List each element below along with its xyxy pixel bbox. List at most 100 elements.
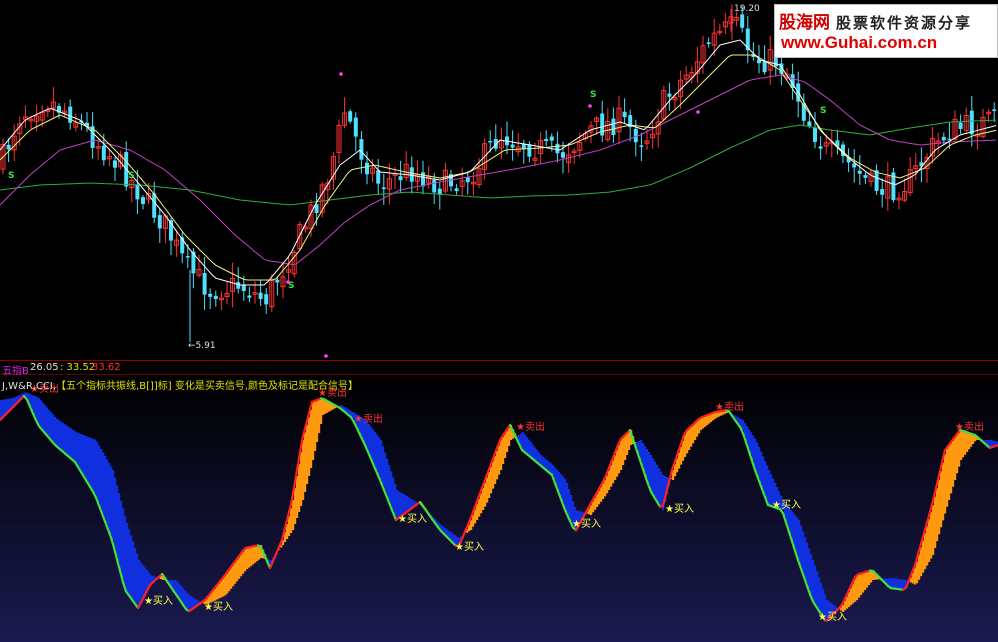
oscillator-fill-band (526, 437, 529, 454)
oscillator-fill-band (960, 430, 963, 460)
oscillator-fill-band (392, 477, 395, 510)
oscillator-fill-band (920, 547, 923, 577)
signal-dot (588, 104, 592, 108)
oscillator-fill-band (758, 446, 761, 479)
oscillator-fill-band (402, 493, 405, 516)
oscillator-fill-band (104, 455, 107, 519)
oscillator-fill-band (40, 400, 43, 428)
oscillator-fill-band (58, 420, 61, 448)
oscillator-fill-band (76, 432, 79, 464)
oscillator-fill-band (386, 458, 389, 495)
oscillator-fill-band (650, 455, 653, 490)
oscillator-fill-band (520, 433, 523, 446)
candle-body (6, 144, 11, 150)
oscillator-fill-band (922, 540, 925, 573)
candle-body (275, 279, 280, 283)
oscillator-fill-band (234, 562, 237, 584)
oscillator-fill-band (314, 401, 317, 451)
oscillator-fill-band (794, 515, 797, 548)
buy-signal-label: ★买入 (772, 499, 801, 511)
candle-body (639, 145, 644, 147)
oscillator-fill-band (618, 445, 621, 474)
candle-body (667, 93, 672, 97)
oscillator-fill-band (138, 560, 141, 608)
oscillator-fill-band (760, 451, 763, 484)
oscillator-fill-band (704, 416, 707, 427)
candle-body (241, 285, 246, 292)
oscillator-fill-band (382, 446, 385, 485)
oscillator-fill-band (560, 474, 563, 497)
oscillator-fill-band (34, 396, 37, 416)
oscillator-fill-band (866, 571, 869, 588)
candle-body (101, 145, 106, 161)
oscillator-fill-band (316, 400, 319, 442)
candle-body (852, 163, 857, 168)
oscillator-fill-band (544, 458, 547, 469)
oscillator-fill-band (500, 440, 503, 470)
oscillator-fill-band (90, 438, 93, 487)
oscillator-fill-band (562, 476, 565, 502)
oscillator-fill-band (486, 477, 489, 503)
oscillator-fill-band (214, 588, 217, 601)
oscillator-fill-band (370, 426, 373, 457)
oscillator-fill-band (928, 519, 931, 563)
oscillator-fill-band (750, 432, 753, 455)
oscillator-fill-band (614, 455, 617, 480)
oscillator-fill-band (298, 464, 301, 512)
candle-body (213, 295, 218, 299)
oscillator-fill-band (790, 510, 793, 535)
oscillator-fill-band (626, 434, 629, 455)
oscillator-fill-band (696, 421, 699, 437)
oscillator-fill-band (524, 434, 527, 452)
oscillator-fill-band (810, 554, 813, 595)
oscillator-fill-band (302, 440, 305, 500)
oscillator-fill-band (862, 573, 865, 593)
oscillator-fill-band (112, 470, 115, 540)
oscillator-fill-band (850, 587, 853, 606)
candle-body (141, 197, 145, 204)
candle-body (527, 144, 532, 157)
oscillator-fill-band (502, 437, 505, 464)
candle-body (381, 187, 386, 190)
oscillator-fill-band (186, 592, 189, 610)
oscillator-fill-band (50, 412, 53, 440)
oscillator-fill-band (608, 470, 611, 490)
watermark-slogan: 股票软件资源分享 (836, 14, 973, 32)
oscillator-fill-band (950, 443, 953, 494)
oscillator-fill-band (372, 429, 375, 462)
candle-body (113, 160, 117, 168)
oscillator-fill-band (322, 398, 325, 415)
candle-body (549, 136, 554, 141)
oscillator-fill-band (498, 445, 501, 475)
oscillator-fill-band (602, 483, 605, 499)
oscillator-fill-band (496, 450, 499, 480)
oscillator-fill-band (390, 471, 393, 505)
oscillator-fill-band (546, 460, 549, 470)
oscillator-fill-band (616, 450, 619, 477)
oscillator-fill-band (646, 449, 649, 478)
indicator-formula: J,W&R,CCI,【五个指标共振线,B[]]标] 变化是买卖信号,颜色及标记是… (2, 377, 358, 392)
oscillator-fill-band (320, 398, 323, 424)
oscillator-fill-band (682, 440, 685, 461)
oscillator-fill-band (64, 424, 67, 453)
oscillator-fill-band (236, 560, 239, 582)
oscillator-fill-band (296, 476, 299, 518)
oscillator-fill-band (254, 546, 257, 563)
oscillator-fill-band (610, 465, 613, 487)
oscillator-fill-band (246, 547, 249, 570)
oscillator-fill-band (764, 460, 767, 495)
signal-dot (286, 280, 290, 284)
oscillator-fill-band (306, 424, 309, 484)
oscillator-fill-band (648, 452, 651, 484)
indicator-name: 五指B (2, 366, 29, 377)
oscillator-fill-band (478, 498, 481, 517)
oscillator-fill-band (184, 590, 187, 607)
oscillator-fill-band (182, 588, 185, 604)
candle-body (135, 184, 140, 200)
oscillator-fill-band (124, 516, 127, 587)
oscillator-fill-band (700, 418, 703, 430)
candle-body (488, 140, 493, 143)
oscillator-fill-band (796, 517, 799, 554)
oscillator-fill-band (56, 418, 59, 446)
watermark-url: www.Guhai.com.cn (781, 33, 938, 52)
